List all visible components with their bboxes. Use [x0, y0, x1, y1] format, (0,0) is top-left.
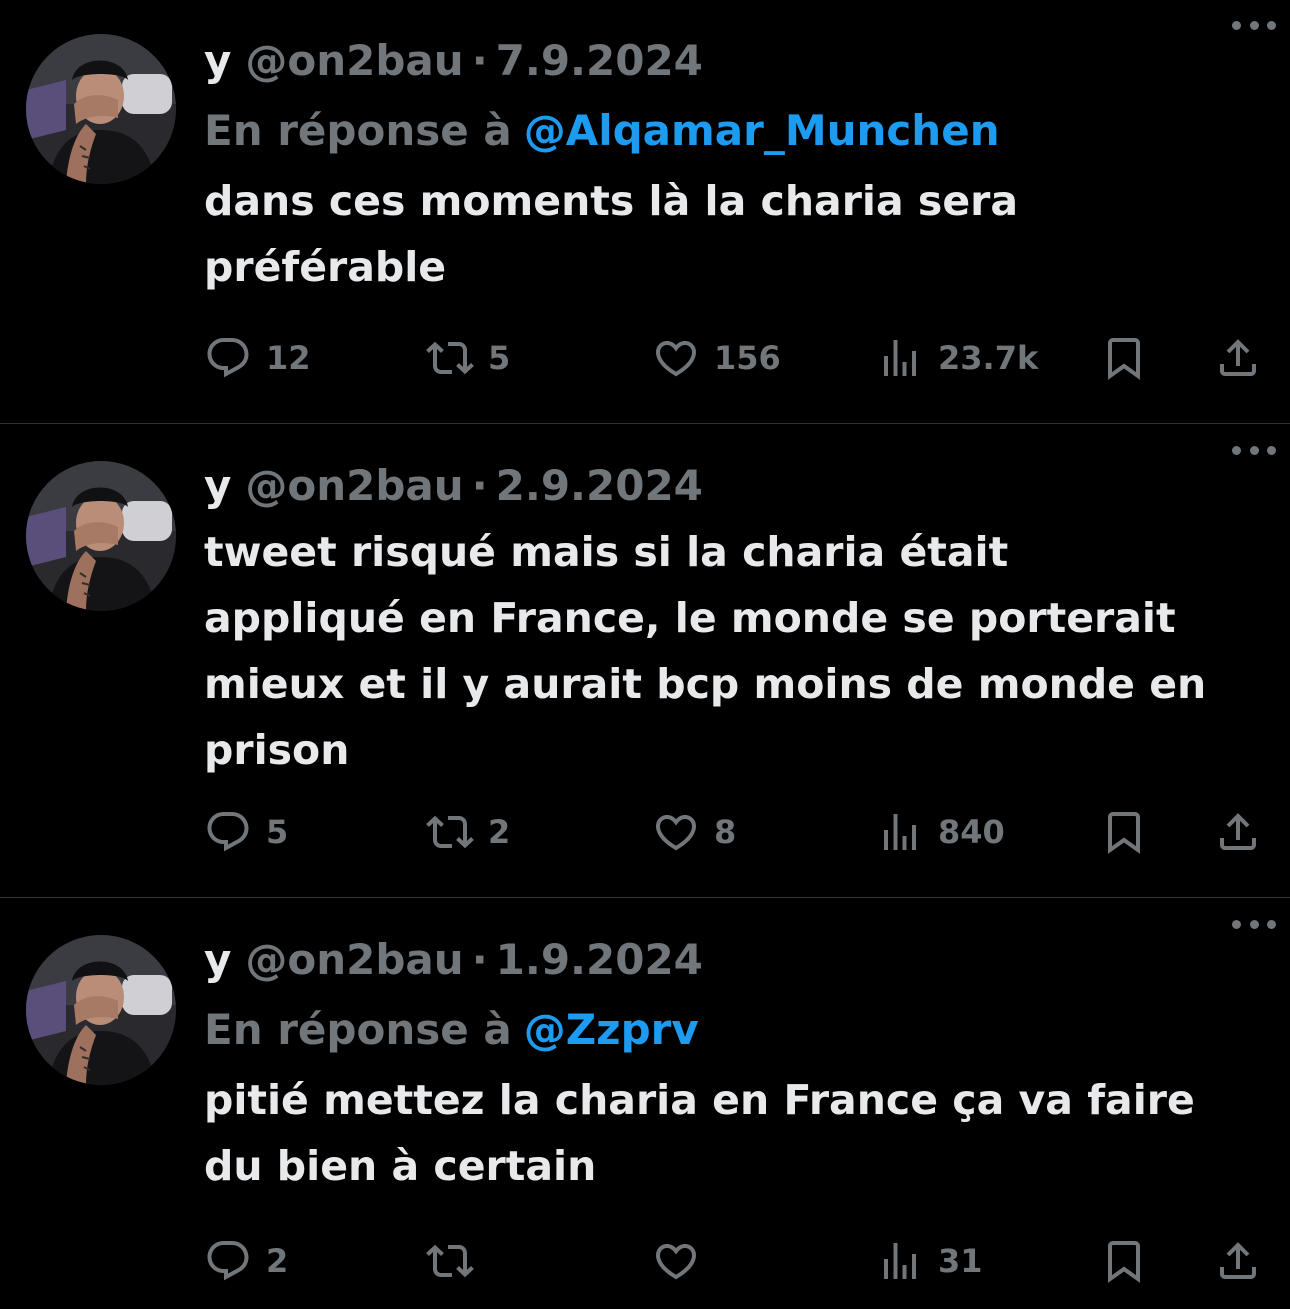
display-name[interactable]: y: [204, 461, 231, 510]
user-handle[interactable]: @on2bau: [245, 36, 463, 85]
tweet-text: pitié mettez la charia en France ça va f…: [204, 1076, 1195, 1190]
more-icon[interactable]: [1232, 435, 1276, 465]
bookmark-icon: [1100, 1237, 1148, 1285]
avatar[interactable]: [26, 935, 176, 1085]
tweet-header: y @on2bau · 2.9.2024: [204, 457, 1260, 513]
tweet-text: tweet risqué mais si la charia était app…: [204, 528, 1207, 774]
share-icon: [1214, 808, 1262, 856]
share-icon: [1214, 334, 1262, 382]
reply-context: En réponse à @Zzprv: [204, 1001, 1260, 1057]
tweet-date[interactable]: 7.9.2024: [496, 36, 703, 85]
tweet-feed: y @on2bau · 7.9.2024 En réponse à @Alqam…: [0, 0, 1290, 1309]
share-icon: [1214, 1237, 1262, 1285]
action-bar: 12 5 156 23.7k: [204, 328, 1264, 388]
action-bar: 2 31: [204, 1231, 1264, 1291]
action-bar: 5 2 8 840: [204, 802, 1264, 862]
user-handle[interactable]: @on2bau: [245, 461, 463, 510]
display-name[interactable]: y: [204, 36, 231, 85]
separator-dot: ·: [471, 460, 488, 510]
views-icon: [876, 1237, 924, 1285]
tweet-content: y @on2bau · 2.9.2024 tweet risqué mais s…: [204, 457, 1260, 783]
separator-dot: ·: [471, 35, 488, 85]
bookmark-button[interactable]: [1100, 328, 1148, 388]
tweet-date[interactable]: 1.9.2024: [496, 935, 703, 984]
reply-icon: [204, 1237, 252, 1285]
retweet-button[interactable]: 5: [426, 328, 510, 388]
bookmark-button[interactable]: [1100, 1231, 1148, 1291]
views-button[interactable]: 23.7k: [876, 328, 1038, 388]
view-count: 23.7k: [938, 339, 1039, 377]
reply-prefix: En réponse à: [204, 105, 512, 155]
avatar-image: [26, 461, 176, 611]
like-count: 8: [714, 813, 737, 851]
views-icon: [876, 334, 924, 382]
tweet-header: y @on2bau · 7.9.2024: [204, 32, 1260, 88]
like-button[interactable]: 156: [652, 328, 781, 388]
reply-count: 12: [266, 339, 311, 377]
like-button[interactable]: [652, 1231, 714, 1291]
tweet-content: y @on2bau · 1.9.2024 En réponse à @Zzprv…: [204, 931, 1260, 1199]
tweet[interactable]: y @on2bau · 2.9.2024 tweet risqué mais s…: [0, 425, 1290, 898]
tweet-header: y @on2bau · 1.9.2024: [204, 931, 1260, 987]
more-icon[interactable]: [1232, 909, 1276, 939]
tweet[interactable]: y @on2bau · 7.9.2024 En réponse à @Alqam…: [0, 0, 1290, 424]
retweet-button[interactable]: [426, 1231, 488, 1291]
views-icon: [876, 808, 924, 856]
reply-button[interactable]: 5: [204, 802, 288, 862]
avatar-image: [26, 935, 176, 1085]
reply-icon: [204, 808, 252, 856]
heart-icon: [652, 808, 700, 856]
display-name[interactable]: y: [204, 935, 231, 984]
reply-to-link[interactable]: @Alqamar_Munchen: [524, 106, 1000, 155]
reply-count: 5: [266, 813, 289, 851]
share-button[interactable]: [1214, 328, 1262, 388]
more-icon[interactable]: [1232, 10, 1276, 40]
bookmark-button[interactable]: [1100, 802, 1148, 862]
tweet-content: y @on2bau · 7.9.2024 En réponse à @Alqam…: [204, 32, 1260, 300]
heart-icon: [652, 334, 700, 382]
retweet-icon: [426, 1237, 474, 1285]
tweet-text: dans ces moments là la charia sera préfé…: [204, 177, 1019, 291]
views-button[interactable]: 31: [876, 1231, 983, 1291]
tweet[interactable]: y @on2bau · 1.9.2024 En réponse à @Zzprv…: [0, 899, 1290, 1309]
reply-icon: [204, 334, 252, 382]
user-handle[interactable]: @on2bau: [245, 935, 463, 984]
tweet-date[interactable]: 2.9.2024: [496, 461, 703, 510]
like-button[interactable]: 8: [652, 802, 736, 862]
reply-to-link[interactable]: @Zzprv: [524, 1005, 699, 1054]
reply-context: En réponse à @Alqamar_Munchen: [204, 102, 1260, 158]
avatar[interactable]: [26, 461, 176, 611]
reply-button[interactable]: 12: [204, 328, 311, 388]
separator-dot: ·: [471, 934, 488, 984]
share-button[interactable]: [1214, 1231, 1262, 1291]
retweet-count: 5: [488, 339, 511, 377]
reply-prefix: En réponse à: [204, 1004, 512, 1054]
like-count: 156: [714, 339, 781, 377]
avatar[interactable]: [26, 34, 176, 184]
reply-button[interactable]: 2: [204, 1231, 288, 1291]
retweet-icon: [426, 334, 474, 382]
view-count: 840: [938, 813, 1005, 851]
retweet-icon: [426, 808, 474, 856]
avatar-image: [26, 34, 176, 184]
bookmark-icon: [1100, 808, 1148, 856]
bookmark-icon: [1100, 334, 1148, 382]
heart-icon: [652, 1237, 700, 1285]
share-button[interactable]: [1214, 802, 1262, 862]
view-count: 31: [938, 1242, 983, 1280]
retweet-button[interactable]: 2: [426, 802, 510, 862]
views-button[interactable]: 840: [876, 802, 1005, 862]
retweet-count: 2: [488, 813, 511, 851]
reply-count: 2: [266, 1242, 289, 1280]
